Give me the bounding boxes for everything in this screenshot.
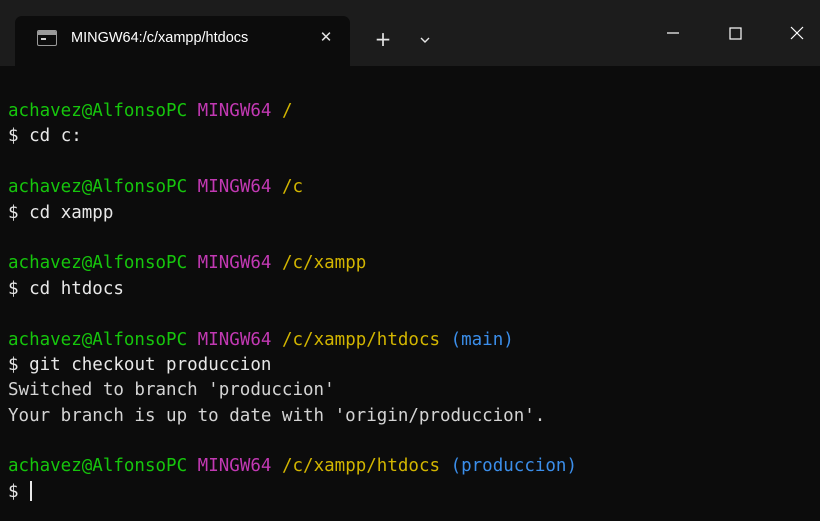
terminal-lines: achavez@AlfonsoPC MINGW64 / $ cd c: acha…	[8, 99, 814, 505]
text-cursor	[30, 480, 33, 501]
prompt-symbol: $	[8, 126, 19, 147]
prompt-symbol: $	[8, 481, 19, 502]
terminal-window: MINGW64:/c/xampp/htdocs ✕ + achavez@Alfo…	[0, 0, 820, 521]
maximize-icon[interactable]	[712, 12, 758, 52]
prompt-user: achavez@AlfonsoPC	[8, 456, 188, 477]
tab-title: MINGW64:/c/xampp/htdocs	[71, 30, 249, 46]
prompt-line: achavez@AlfonsoPC MINGW64 /c/xampp/htdoc…	[8, 454, 814, 479]
prompt-user: achavez@AlfonsoPC	[8, 253, 188, 274]
output-line: Your branch is up to date with 'origin/p…	[8, 405, 546, 426]
prompt-user: achavez@AlfonsoPC	[8, 101, 188, 121]
prompt-system: MINGW64	[197, 101, 272, 121]
command-text: git checkout produccion	[29, 354, 272, 375]
plus-icon[interactable]: +	[370, 26, 396, 52]
prompt-path: /c/xampp/htdocs	[281, 456, 441, 477]
output-line: Switched to branch 'produccion'	[8, 380, 335, 401]
prompt-branch: (main)	[450, 329, 514, 350]
command-text: cd c:	[29, 126, 82, 147]
command-line: $ cd htdocs	[8, 277, 814, 302]
command-line[interactable]: $	[8, 480, 814, 505]
prompt-path: /c/xampp/htdocs	[281, 329, 441, 350]
command-text: cd htdocs	[29, 278, 124, 299]
command-text: cd xampp	[29, 202, 114, 223]
prompt-path: /c	[281, 177, 304, 198]
prompt-path: /	[281, 101, 293, 121]
prompt-symbol: $	[8, 354, 19, 375]
command-line: $ cd xampp	[8, 201, 814, 226]
prompt-symbol: $	[8, 202, 19, 223]
prompt-branch: (produccion)	[450, 456, 578, 477]
chevron-down-icon[interactable]	[413, 28, 437, 52]
prompt-user: achavez@AlfonsoPC	[8, 177, 188, 198]
terminal-output[interactable]: achavez@AlfonsoPC MINGW64 / $ cd c: acha…	[0, 66, 820, 521]
prompt-line: achavez@AlfonsoPC MINGW64 /	[8, 99, 814, 124]
tab-mingw64[interactable]: MINGW64:/c/xampp/htdocs ✕	[15, 16, 350, 66]
close-icon[interactable]: ✕	[315, 26, 337, 48]
prompt-system: MINGW64	[197, 177, 272, 198]
terminal-icon	[37, 30, 57, 46]
command-line: $ git checkout produccion	[8, 353, 814, 378]
prompt-symbol: $	[8, 278, 19, 299]
close-window-icon[interactable]	[774, 12, 820, 52]
prompt-system: MINGW64	[197, 253, 272, 274]
prompt-user: achavez@AlfonsoPC	[8, 329, 188, 350]
title-bar: MINGW64:/c/xampp/htdocs ✕ +	[0, 0, 820, 66]
prompt-system: MINGW64	[197, 456, 272, 477]
minimize-icon[interactable]	[650, 12, 696, 52]
prompt-line: achavez@AlfonsoPC MINGW64 /c/xampp/htdoc…	[8, 328, 814, 353]
command-line: $ cd c:	[8, 124, 814, 149]
prompt-line: achavez@AlfonsoPC MINGW64 /c/xampp	[8, 251, 814, 276]
prompt-path: /c/xampp	[281, 253, 367, 274]
prompt-system: MINGW64	[197, 329, 272, 350]
prompt-line: achavez@AlfonsoPC MINGW64 /c	[8, 175, 814, 200]
